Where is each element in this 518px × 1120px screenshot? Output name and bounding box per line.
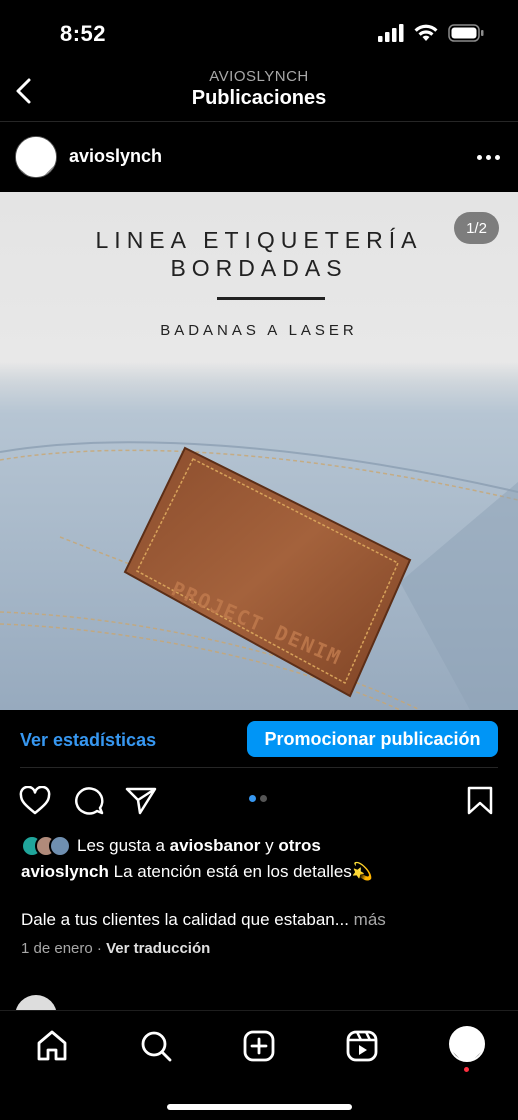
wifi-icon <box>414 24 438 41</box>
likes-connector: y <box>265 836 274 855</box>
likes-others[interactable]: otros <box>278 836 321 856</box>
status-icons <box>378 24 484 42</box>
carousel-dot-active <box>249 795 256 802</box>
caption: avioslynch La atención está en los detal… <box>21 861 501 883</box>
caption-continued: Dale a tus clientes la calidad que estab… <box>21 909 501 931</box>
liker-avatar <box>49 835 71 857</box>
carousel-dot <box>260 795 267 802</box>
denim-patch-photo: PROJECT DENIM <box>0 362 518 710</box>
post-username[interactable]: avioslynch <box>69 146 162 167</box>
likes-line[interactable]: Les gusta a aviosbanor y otros <box>21 834 321 858</box>
caption-username[interactable]: avioslynch <box>21 862 109 881</box>
image-subtitle: BADANAS A LASER <box>160 322 358 339</box>
post-image[interactable]: PROJECT DENIM LINEA ETIQUETERÍA BORDADAS… <box>0 192 518 710</box>
likes-user[interactable]: aviosbanor <box>170 836 261 856</box>
carousel-dots <box>249 795 267 802</box>
signal-icon <box>378 24 404 42</box>
more-options-icon[interactable] <box>477 155 500 160</box>
search-icon[interactable] <box>139 1029 173 1063</box>
status-time: 8:52 <box>60 21 107 46</box>
image-divider <box>217 297 325 300</box>
view-insights-link[interactable]: Ver estadísticas <box>20 730 156 751</box>
battery-icon <box>448 24 484 42</box>
likes-prefix: Les gusta a <box>77 836 165 855</box>
image-title: LINEA ETIQUETERÍA BORDADAS <box>95 227 423 281</box>
profile-avatar[interactable] <box>449 1026 485 1062</box>
comment-icon[interactable] <box>73 786 105 816</box>
post-meta: 1 de enero · Ver traducción <box>21 940 211 957</box>
nav-header: AVIOSLYNCH Publicaciones <box>0 64 518 122</box>
notification-dot <box>464 1067 469 1072</box>
translate-link[interactable]: Ver traducción <box>106 940 210 957</box>
promote-button[interactable]: Promocionar publicación <box>247 721 498 757</box>
page-title: Publicaciones <box>191 87 327 109</box>
insights-bar: Ver estadísticas Promocionar publicación <box>0 710 518 768</box>
liker-avatars <box>21 835 71 857</box>
account-name: AVIOSLYNCH <box>209 68 309 85</box>
more-link[interactable]: más <box>354 910 386 929</box>
heart-icon[interactable] <box>19 786 51 816</box>
avatar-logo-icon <box>16 137 56 177</box>
carousel-counter: 1/2 <box>454 212 499 244</box>
bookmark-icon[interactable] <box>467 786 493 816</box>
post-header: avioslynch <box>0 122 518 192</box>
avatar[interactable] <box>15 136 57 178</box>
reels-icon[interactable] <box>345 1029 379 1063</box>
create-icon[interactable] <box>242 1029 276 1063</box>
share-icon[interactable] <box>125 786 157 816</box>
profile-logo-icon <box>451 1028 483 1060</box>
home-indicator[interactable] <box>167 1104 352 1110</box>
caption-more-text: Dale a tus clientes la calidad que estab… <box>21 910 349 929</box>
divider <box>20 767 498 768</box>
home-icon[interactable] <box>35 1029 69 1063</box>
caption-text: La atención está en los detalles💫 <box>113 862 373 881</box>
status-bar: 8:52 <box>0 0 518 64</box>
post-date: 1 de enero <box>21 940 93 957</box>
